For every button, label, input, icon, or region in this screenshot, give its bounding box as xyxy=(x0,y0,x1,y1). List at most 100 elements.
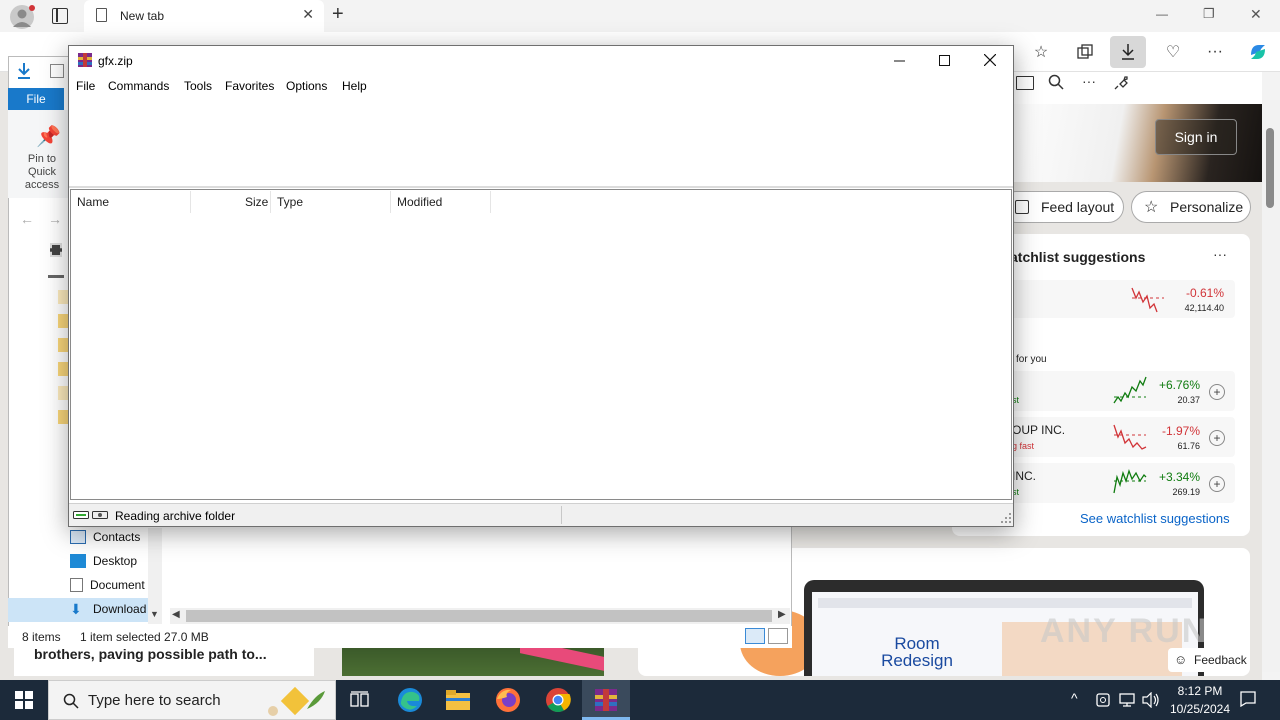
status-text: Reading archive folder xyxy=(115,509,236,523)
show-hidden-icons[interactable]: ^ xyxy=(1071,690,1078,706)
column-separator xyxy=(190,191,191,213)
quick-access-download-icon[interactable] xyxy=(16,62,32,80)
firefox-icon[interactable] xyxy=(484,680,532,720)
horizontal-scrollbar-thumb[interactable] xyxy=(186,610,772,622)
film-icon xyxy=(50,243,62,257)
item-count: 8 items xyxy=(22,630,61,644)
add-stock-icon[interactable]: + xyxy=(1209,476,1225,492)
file-explorer-icon[interactable] xyxy=(434,680,482,720)
browser-essentials-icon[interactable]: ♡ xyxy=(1158,37,1188,67)
folder-icon[interactable] xyxy=(1016,76,1034,90)
column-header-size[interactable]: Size xyxy=(245,195,268,209)
profile-avatar[interactable] xyxy=(10,5,35,29)
stock-change: +3.34% xyxy=(1158,470,1200,484)
stock-row[interactable]: OUP INC. g fast -1.97% 61.76 xyxy=(1010,417,1235,457)
file-list-header xyxy=(71,190,1011,214)
stock-row[interactable]: -0.61% 42,114.40 xyxy=(1010,280,1235,318)
add-stock-icon[interactable]: + xyxy=(1209,384,1225,400)
winrar-icon xyxy=(77,52,93,68)
back-arrow-icon[interactable]: ← xyxy=(20,211,34,227)
menu-favorites[interactable]: Favorites xyxy=(225,79,274,93)
settings-more-icon[interactable]: ··· xyxy=(1200,37,1230,67)
page-scrollbar-thumb[interactable] xyxy=(1266,128,1274,208)
task-view-icon[interactable] xyxy=(336,680,384,720)
nav-item-label: Download xyxy=(93,602,147,616)
nav-item-downloads[interactable]: ⬇ Download xyxy=(70,598,150,620)
file-list[interactable] xyxy=(70,189,1012,500)
favorites-icon[interactable]: ☆ xyxy=(1026,37,1056,67)
menu-help[interactable]: Help xyxy=(342,79,367,93)
properties-icon[interactable] xyxy=(50,64,64,78)
copilot-icon[interactable] xyxy=(1243,37,1273,67)
close-browser-icon[interactable]: ✕ xyxy=(1250,6,1262,23)
explorer-status-bar: 8 items 1 item selected 27.0 MB xyxy=(8,626,792,648)
nav-item-desktop[interactable]: Desktop xyxy=(70,550,150,572)
chrome-icon[interactable] xyxy=(534,680,582,720)
stock-name: OUP INC. xyxy=(1012,423,1066,437)
toolbar-area xyxy=(69,96,1013,186)
resize-grip-icon[interactable] xyxy=(1000,512,1012,524)
menu-options[interactable]: Options xyxy=(286,79,327,93)
ad-room-redesign-text: Room Redesign xyxy=(881,634,953,670)
column-header-modified[interactable]: Modified xyxy=(397,195,442,209)
restore-browser-icon[interactable]: ❐ xyxy=(1203,6,1215,22)
folder-icon xyxy=(58,362,68,376)
nav-item-documents[interactable]: Document xyxy=(70,574,150,596)
network-icon[interactable] xyxy=(1119,692,1135,708)
drive-icon xyxy=(48,268,64,278)
pin-icon[interactable] xyxy=(1114,74,1130,90)
volume-icon[interactable] xyxy=(1142,692,1160,708)
stock-row[interactable]: st +6.76% 20.37 xyxy=(1010,371,1235,411)
scroll-left-icon[interactable]: ◀ xyxy=(172,609,180,620)
downloads-icon[interactable] xyxy=(1110,36,1146,68)
window-title: gfx.zip xyxy=(98,54,133,68)
forward-arrow-icon[interactable]: → xyxy=(48,211,62,227)
details-view-icon[interactable] xyxy=(745,628,765,644)
watchlist-more-icon[interactable]: ··· xyxy=(1213,246,1227,262)
pin-icon[interactable]: 📌 xyxy=(36,124,61,149)
nav-item-contacts[interactable]: Contacts xyxy=(70,526,150,548)
stock-change: -0.61% xyxy=(1185,286,1224,300)
search-placeholder[interactable]: Type here to search xyxy=(88,692,221,709)
minimize-browser-icon[interactable]: — xyxy=(1156,7,1168,21)
security-icon[interactable] xyxy=(1096,692,1110,708)
column-header-type[interactable]: Type xyxy=(277,195,303,209)
tab-actions-icon[interactable] xyxy=(52,8,68,24)
add-stock-icon[interactable]: + xyxy=(1209,430,1225,446)
tab-new-tab[interactable]: New tab ✕ xyxy=(84,0,324,32)
see-watchlist-link[interactable]: See watchlist suggestions xyxy=(1080,511,1230,526)
feed-layout-button[interactable]: Feed layout xyxy=(1000,191,1124,223)
maximize-icon[interactable] xyxy=(921,46,967,74)
stock-price: 269.19 xyxy=(1172,487,1200,497)
personalize-button[interactable]: ☆ Personalize xyxy=(1131,191,1251,223)
more-options-icon[interactable]: ··· xyxy=(1082,73,1096,89)
column-header-name[interactable]: Name xyxy=(77,195,109,209)
close-icon[interactable] xyxy=(967,46,1013,74)
stock-sparkline xyxy=(1131,287,1164,313)
menu-file[interactable]: File xyxy=(76,79,95,93)
minimize-icon[interactable] xyxy=(876,46,922,74)
clock-time[interactable]: 8:12 PM xyxy=(1160,684,1240,698)
large-icons-view-icon[interactable] xyxy=(768,628,788,644)
winrar-icon[interactable] xyxy=(582,680,630,720)
folder-icon xyxy=(58,338,68,352)
menu-commands[interactable]: Commands xyxy=(108,79,169,93)
feedback-button[interactable]: ☺ Feedback xyxy=(1168,648,1250,672)
pin-to-quick-access-label[interactable]: Pin to Quick access xyxy=(14,153,70,192)
scroll-right-icon[interactable]: ▶ xyxy=(778,609,786,620)
feedback-icon: ☺ xyxy=(1174,652,1188,667)
edge-icon[interactable] xyxy=(386,680,434,720)
search-icon xyxy=(63,693,79,709)
menu-tools[interactable]: Tools xyxy=(184,79,212,93)
new-tab-button[interactable]: + xyxy=(332,3,344,26)
clock-date[interactable]: 10/25/2024 xyxy=(1160,702,1240,716)
scroll-down-icon[interactable]: ▼ xyxy=(150,609,159,619)
sign-in-button[interactable]: Sign in xyxy=(1155,119,1237,155)
file-menu-tab[interactable]: File xyxy=(8,88,64,110)
notifications-icon[interactable] xyxy=(1240,691,1256,707)
stock-row[interactable]: INC. st +3.34% 269.19 xyxy=(1010,463,1235,503)
close-tab-icon[interactable]: ✕ xyxy=(302,6,314,23)
collections-icon[interactable] xyxy=(1070,37,1100,67)
start-button[interactable] xyxy=(0,680,48,720)
search-icon[interactable] xyxy=(1048,74,1064,90)
